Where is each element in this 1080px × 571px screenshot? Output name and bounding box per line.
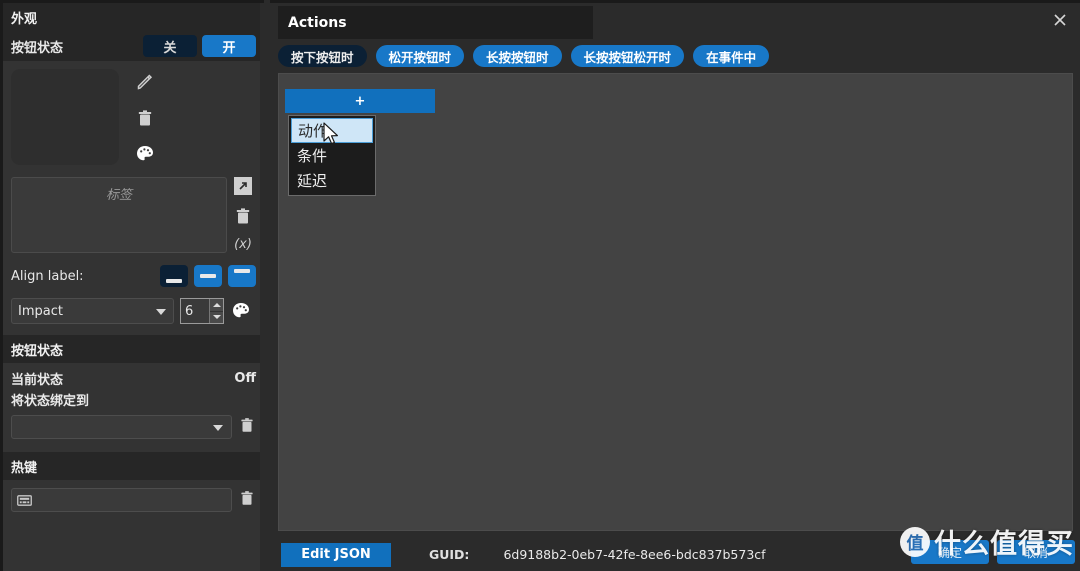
chevron-down-icon (213, 425, 223, 431)
chevron-down-icon (156, 309, 166, 315)
hotkey-section-header: 热键 (3, 452, 264, 480)
guid-value: 6d9188b2-0eb7-42fe-8ee6-bdc837b573cf (503, 547, 765, 562)
font-size-up-button[interactable] (210, 299, 223, 312)
keyboard-icon (17, 494, 32, 507)
actions-panel-title: Actions (278, 6, 593, 39)
tab-on-button-release[interactable]: 松开按钮时 (376, 45, 465, 67)
preview-icon-column (125, 69, 165, 167)
hotkey-section-title: 热键 (11, 457, 37, 476)
palette-icon[interactable] (132, 141, 158, 167)
event-tabs: 按下按钮时 松开按钮时 长按按钮时 长按按钮松开时 在事件中 (278, 45, 769, 67)
align-top-button[interactable] (228, 265, 256, 287)
current-state-row: 当前状态 Off (3, 367, 264, 389)
hotkey-trash-icon[interactable] (238, 489, 256, 511)
tab-on-long-press-release[interactable]: 长按按钮松开时 (571, 45, 685, 67)
align-bottom-button[interactable] (160, 265, 188, 287)
button-state-label: 按钮状态 (11, 37, 138, 56)
tab-on-event[interactable]: 在事件中 (693, 45, 769, 67)
button-state-section-title: 按钮状态 (11, 340, 63, 359)
label-side-tools: (x) (226, 177, 260, 252)
button-state-section-header: 按钮状态 (3, 335, 264, 363)
actions-panel: Actions 按下按钮时 松开按钮时 长按按钮时 长按按钮松开时 在事件中 +… (270, 0, 1080, 571)
dropdown-item-condition[interactable]: 条件 (291, 143, 373, 168)
add-action-button[interactable]: + (285, 89, 435, 113)
properties-sidebar: 外观 按钮状态 关 开 (0, 0, 264, 571)
guid-label: GUID: (429, 547, 469, 562)
tab-on-button-press[interactable]: 按下按钮时 (278, 45, 367, 67)
bind-state-select[interactable] (11, 415, 232, 439)
font-size-stepper[interactable]: 6 (180, 298, 224, 324)
label-text-input[interactable]: 标签 (11, 177, 227, 253)
cancel-button[interactable]: 取消 (997, 540, 1075, 564)
font-size-down-button[interactable] (210, 312, 223, 324)
actions-canvas: + 动作 条件 延迟 (278, 73, 1073, 531)
hotkey-input[interactable] (11, 488, 232, 512)
tab-on-long-press[interactable]: 长按按钮时 (473, 45, 562, 67)
pencil-icon[interactable] (132, 69, 158, 95)
button-state-toggle-row: 按钮状态 关 开 (3, 31, 264, 61)
align-label-row: Align label: (3, 261, 264, 291)
font-size-arrows (209, 299, 223, 323)
toggle-on-button[interactable]: 开 (202, 35, 256, 57)
appearance-section-header: 外观 (3, 3, 264, 31)
bind-state-label: 将状态绑定到 (3, 389, 264, 409)
appearance-title: 外观 (11, 8, 37, 27)
button-preview-block (3, 61, 264, 173)
align-label-text: Align label: (11, 269, 154, 284)
toggle-off-button[interactable]: 关 (143, 35, 197, 57)
expand-arrow-icon[interactable] (234, 177, 252, 195)
font-family-select[interactable]: Impact (11, 298, 174, 324)
label-area-wrap: 标签 (x) (3, 177, 264, 253)
bind-state-trash-icon[interactable] (238, 416, 256, 438)
current-state-value: Off (234, 371, 256, 386)
font-family-value: Impact (18, 304, 63, 319)
current-state-label: 当前状态 (11, 369, 234, 388)
variable-icon[interactable]: (x) (234, 237, 252, 252)
ok-button[interactable]: 确定 (911, 540, 989, 564)
font-size-value: 6 (185, 304, 193, 319)
bind-state-row (3, 412, 264, 442)
edit-json-button[interactable]: Edit JSON (281, 543, 391, 567)
dropdown-item-action[interactable]: 动作 (291, 118, 373, 143)
dropdown-item-delay[interactable]: 延迟 (291, 168, 373, 193)
button-image-preview[interactable] (11, 69, 119, 165)
dialog-buttons: 确定 取消 (911, 540, 1075, 564)
add-action-dropdown-menu: 动作 条件 延迟 (288, 115, 376, 196)
align-middle-button[interactable] (194, 265, 222, 287)
close-icon[interactable] (1046, 6, 1074, 34)
app-window: 外观 按钮状态 关 开 (0, 0, 1080, 571)
sidebar-scrollbar[interactable] (260, 3, 264, 571)
label-trash-icon[interactable] (230, 203, 256, 229)
font-row: Impact 6 (3, 295, 264, 327)
trash-icon[interactable] (132, 105, 158, 131)
hotkey-row (3, 484, 264, 516)
font-color-palette-icon[interactable] (228, 298, 254, 324)
